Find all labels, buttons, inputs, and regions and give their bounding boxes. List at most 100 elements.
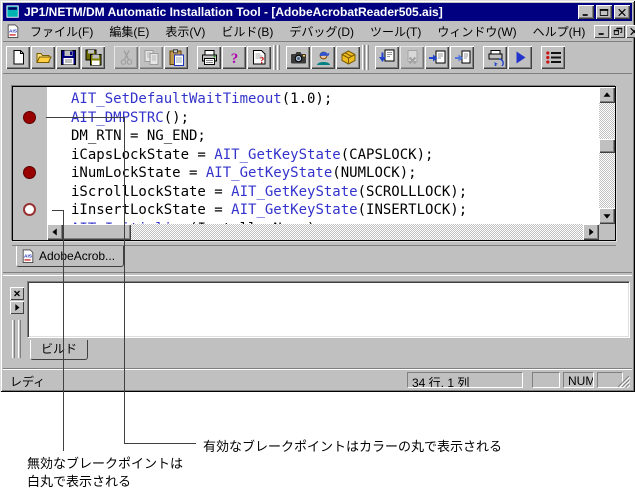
code-text: AIT_GetKeyState [231,183,358,200]
wizard-icon [315,49,332,66]
save-all-button[interactable] [81,46,105,69]
code-text: (SCROLLLOCK); [357,183,468,200]
num-lock-indicator: NUM [563,372,594,388]
expand-output-button[interactable] [10,301,24,314]
document-icon[interactable]: AIS [6,24,20,38]
output-drag-grip[interactable] [12,320,15,358]
code-text: AIT_SetDefaultWaitTimeout [71,91,282,107]
breakpoint-marker-enabled[interactable] [23,110,36,124]
mdi-close-button[interactable] [626,24,635,38]
print-button[interactable] [197,46,221,69]
new-file-button[interactable] [6,46,30,69]
run-button[interactable] [508,46,532,69]
breakpoint-gutter[interactable] [13,87,47,240]
context-help-button[interactable]: ? [247,46,271,69]
code-editor[interactable]: AIT_SetDefaultWaitTimeout(1.0); AIT_DMPST… [12,86,616,241]
code-text: iCapsLockState = [71,146,215,163]
panel-splitter[interactable] [3,272,632,276]
build-stop-icon [404,49,421,66]
scroll-up-icon[interactable] [599,87,615,103]
screen-capture-icon [290,49,307,66]
code-text: DM_RTN = NG_END; [71,128,206,144]
menu-item[interactable]: ビルド(B) [213,21,281,42]
build-stop-button[interactable] [400,46,424,69]
copy-icon [143,49,160,66]
horizontal-scrollbar[interactable] [47,224,599,240]
annotation-enabled-breakpoint: 有効なブレークポイントはカラーの丸で表示される [203,439,503,454]
code-text: (CAPSLOCK); [340,146,434,163]
scroll-left-icon[interactable] [47,224,63,240]
status-bar: レディ 34 行, 1 列 NUM [3,368,632,389]
app-icon[interactable] [6,5,20,19]
code-text: iNumLockState = [71,165,206,181]
run-icon [512,49,529,66]
output-drag-grip[interactable] [18,320,21,358]
breakpoint-marker-disabled[interactable] [23,203,36,217]
toolbar: ?? [3,41,632,74]
build-download-button[interactable] [375,46,399,69]
mdi-minimize-button[interactable] [594,24,610,38]
debug-output-button[interactable] [483,46,507,69]
code-text: (); [163,109,190,126]
paste-button[interactable] [164,46,188,69]
toolbar-grip[interactable] [273,45,283,70]
menu-item[interactable]: 表示(V) [157,21,213,42]
close-output-button[interactable] [10,287,24,300]
close-button[interactable] [614,5,630,19]
cut-button[interactable] [114,46,138,69]
toolbar-separator [106,46,114,69]
resize-grip[interactable] [617,375,631,389]
scroll-right-icon[interactable] [583,224,599,240]
svg-text:?: ? [259,56,264,66]
help-icon: ? [226,49,243,66]
code-line: iNumLockState = AIT_GetKeyState(NUMLOCK)… [71,164,599,183]
menu-item[interactable]: ウィンドウ(W) [429,21,524,42]
code-line: iScrollLockState = AIT_GetKeyState(SCROL… [71,183,599,202]
build-output-area[interactable] [27,281,630,338]
help-button[interactable]: ? [222,46,246,69]
code-text: (INSERTLOCK); [357,202,468,218]
horizontal-scroll-thumb[interactable] [63,224,131,240]
app-window: JP1/NETM/DM Automatic Installation Tool … [0,0,635,392]
scroll-down-icon[interactable] [599,208,615,224]
restore-icon [613,27,623,36]
menu-item[interactable]: 編集(E) [101,21,157,42]
wizard-button[interactable] [311,46,335,69]
build-send-button[interactable] [450,46,474,69]
menu-items: ファイル(F) 編集(E) 表示(V) ビルド(B) デバッグ(D) ツール(T) ウィンド… [22,21,593,42]
minimize-button[interactable] [578,5,594,19]
menu-bar: AIS ファイル(F) 編集(E) 表示(V) ビルド(B) デバッグ(D) ツール(T)… [3,21,635,42]
build-import-button[interactable] [425,46,449,69]
menu-item[interactable]: ヘルプ(H) [525,21,594,42]
vertical-scrollbar[interactable] [599,87,615,224]
window-title: JP1/NETM/DM Automatic Installation Tool … [24,5,443,19]
toolbar-separator [533,46,541,69]
save-file-icon [60,49,77,66]
maximize-button[interactable] [596,5,612,19]
paste-icon [168,49,185,66]
code-text: iInsertLockState = [71,202,232,218]
save-file-button[interactable] [56,46,80,69]
menu-item[interactable]: デバッグ(D) [281,21,362,42]
document-tab[interactable]: AIS AdobeAcrob... [16,246,125,267]
vertical-scroll-thumb[interactable] [599,139,615,153]
code-area[interactable]: AIT_SetDefaultWaitTimeout(1.0); AIT_DMPST… [47,87,599,224]
code-text: AIT_DMPSTRC [71,109,164,126]
mdi-restore-button[interactable] [610,24,626,38]
breakpoint-list-button[interactable] [541,46,565,69]
breakpoint-marker-enabled[interactable] [23,166,36,180]
open-file-button[interactable] [31,46,55,69]
copy-button[interactable] [139,46,163,69]
close-icon [629,27,635,36]
annotation-disabled-breakpoint: 白丸で表示される [27,474,132,489]
screen-capture-button[interactable] [286,46,310,69]
package-button[interactable] [336,46,360,69]
new-file-icon [10,49,27,66]
build-output-tab[interactable]: ビルド [30,340,88,360]
code-text: AIT_GetKeyState [205,165,333,181]
ais-file-icon: AIS [21,249,35,263]
menu-item[interactable]: ツール(T) [362,21,429,42]
toolbar-grip[interactable] [362,45,372,70]
maximize-icon [599,8,609,17]
menu-item[interactable]: ファイル(F) [22,21,101,42]
